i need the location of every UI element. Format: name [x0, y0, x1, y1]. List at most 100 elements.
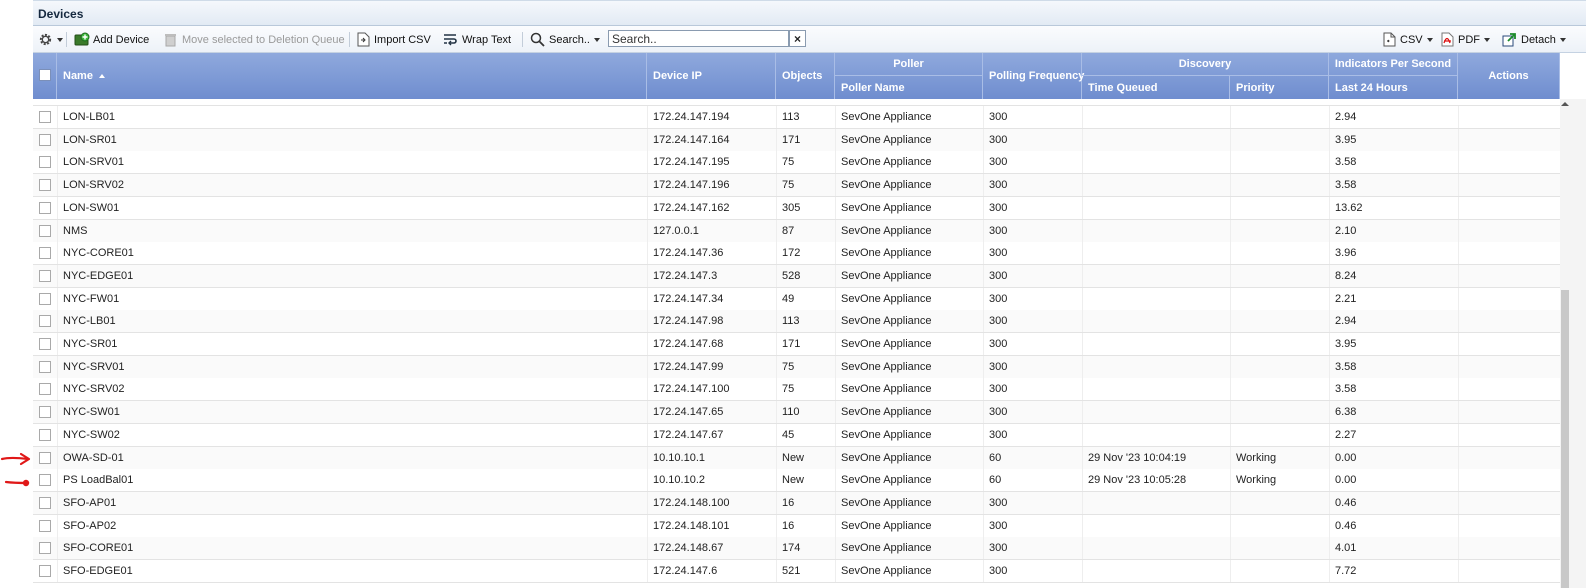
table-row-partial[interactable]: [33, 99, 1560, 106]
add-device-button[interactable]: Add Device: [74, 31, 149, 48]
column-divider: [1458, 469, 1459, 492]
column-divider: [1082, 537, 1083, 560]
column-header-priority[interactable]: Priority: [1230, 76, 1329, 99]
column-divider: [1329, 106, 1330, 128]
row-checkbox[interactable]: [39, 315, 51, 328]
table-row[interactable]: NYC-LB01 172.24.147.98 113 SevOne Appliance…: [33, 310, 1560, 334]
table-row[interactable]: SFO-EDGE01 172.24.147.6 521 SevOne Applianc…: [33, 560, 1560, 583]
row-checkbox[interactable]: [39, 201, 51, 214]
cell-name: LON-SR01: [63, 133, 117, 146]
table-row[interactable]: NMS 127.0.0.1 87 SevOne Appliance 300 2.10: [33, 219, 1560, 243]
cell-name: NYC-CORE01: [63, 247, 134, 260]
cell-objects: 16: [782, 519, 795, 532]
column-divider: [647, 469, 648, 492]
row-checkbox[interactable]: [39, 428, 51, 441]
column-header-time-queued[interactable]: Time Queued: [1082, 76, 1230, 99]
column-divider: [1329, 242, 1330, 265]
table-row[interactable]: LON-SRV01 172.24.147.195 75 SevOne Applianc…: [33, 151, 1560, 175]
column-header-polling-frequency[interactable]: Polling Frequency: [983, 53, 1084, 99]
cell-device-ip: 172.24.147.164: [653, 133, 730, 146]
row-checkbox[interactable]: [39, 292, 51, 305]
column-header-last-24-hours[interactable]: Last 24 Hours: [1329, 76, 1458, 99]
column-divider: [983, 106, 984, 128]
row-checkbox[interactable]: [39, 360, 51, 373]
table-row[interactable]: LON-LB01 172.24.147.194 113 SevOne Applianc…: [33, 106, 1560, 129]
column-divider: [835, 423, 836, 446]
table-row[interactable]: SFO-CORE01 172.24.148.67 174 SevOne Applian…: [33, 537, 1560, 561]
cell-poller-name: SevOne Appliance: [841, 542, 932, 555]
cell-objects: 75: [782, 156, 795, 169]
column-divider: [835, 491, 836, 514]
wrap-text-icon: [444, 34, 457, 46]
table-row[interactable]: NYC-SRV02 172.24.147.100 75 SevOne Applianc…: [33, 378, 1560, 402]
column-header-actions: Actions: [1458, 53, 1560, 99]
search-options-button[interactable]: Search..: [530, 31, 600, 48]
column-divider: [1230, 514, 1231, 537]
cell-time-queued: 29 Nov '23 10:04:19: [1088, 451, 1187, 464]
table-row[interactable]: SFO-AP01 172.24.148.100 16 SevOne Appliance…: [33, 491, 1560, 515]
column-divider: [647, 106, 648, 128]
cell-objects: 110: [782, 406, 800, 419]
table-row[interactable]: PS LoadBal01 10.10.10.2 New SevOne Applianc…: [33, 469, 1560, 493]
cell-objects: 305: [782, 201, 801, 214]
select-all-checkbox[interactable]: [39, 69, 51, 81]
column-divider: [1458, 128, 1459, 151]
column-header-name[interactable]: Name: [57, 53, 647, 99]
table-row[interactable]: OWA-SD-01 10.10.10.1 New SevOne Appliance 60…: [33, 446, 1560, 470]
row-checkbox[interactable]: [39, 496, 51, 509]
column-divider: [57, 446, 58, 469]
row-checkbox[interactable]: [39, 156, 51, 169]
column-divider: [647, 219, 648, 242]
row-checkbox[interactable]: [39, 247, 51, 260]
search-input[interactable]: [608, 30, 789, 47]
column-divider: [1082, 287, 1083, 310]
table-row[interactable]: SFO-AP02 172.24.148.101 16 SevOne Appliance…: [33, 514, 1560, 538]
row-checkbox[interactable]: [39, 224, 51, 237]
column-divider: [647, 174, 648, 197]
column-header-device-ip[interactable]: Device IP: [647, 53, 776, 99]
settings-menu-button[interactable]: [38, 31, 63, 48]
row-checkbox[interactable]: [39, 474, 51, 487]
detach-button[interactable]: Detach: [1502, 31, 1566, 48]
import-csv-button[interactable]: Import CSV: [357, 31, 431, 48]
row-checkbox[interactable]: [39, 451, 51, 464]
table-row[interactable]: LON-SR01 172.24.147.164 171 SevOne Applianc…: [33, 128, 1560, 152]
row-checkbox[interactable]: [39, 111, 51, 123]
column-divider: [1458, 355, 1459, 378]
column-header-poller-name[interactable]: Poller Name: [835, 76, 983, 99]
column-header-objects[interactable]: Objects: [776, 53, 835, 99]
row-checkbox[interactable]: [39, 383, 51, 396]
toolbar-separator: [349, 32, 350, 47]
column-divider: [1329, 514, 1330, 537]
table-row[interactable]: NYC-SR01 172.24.147.68 171 SevOne Appliance…: [33, 333, 1560, 356]
row-checkbox[interactable]: [39, 269, 51, 282]
column-divider: [647, 287, 648, 310]
row-checkbox[interactable]: [39, 133, 51, 146]
row-checkbox[interactable]: [39, 519, 51, 532]
export-csv-button[interactable]: CSV: [1383, 31, 1433, 48]
column-header-objects-label: Objects: [782, 70, 823, 82]
export-pdf-button[interactable]: PDF: [1441, 31, 1490, 48]
row-checkbox[interactable]: [39, 565, 51, 577]
table-row[interactable]: NYC-SW01 172.24.147.65 110 SevOne Appliance…: [33, 401, 1560, 425]
column-divider: [57, 401, 58, 424]
table-row[interactable]: NYC-EDGE01 172.24.147.3 528 SevOne Applianc…: [33, 264, 1560, 288]
table-row[interactable]: NYC-SRV01 172.24.147.99 75 SevOne Appliance…: [33, 355, 1560, 379]
row-checkbox[interactable]: [39, 406, 51, 419]
table-row[interactable]: NYC-SW02 172.24.147.67 45 SevOne Appliance 3…: [33, 423, 1560, 447]
vertical-scrollbar-thumb[interactable]: [1561, 290, 1569, 588]
cell-name: LON-SRV01: [63, 156, 124, 169]
row-checkbox[interactable]: [39, 542, 51, 555]
row-checkbox[interactable]: [39, 179, 51, 192]
clear-search-button[interactable]: ×: [789, 30, 806, 47]
wrap-text-button[interactable]: Wrap Text: [443, 31, 511, 48]
table-row[interactable]: LON-SW01 172.24.147.162 305 SevOne Applianc…: [33, 196, 1560, 220]
cell-device-ip: 172.24.147.195: [653, 156, 730, 169]
move-to-deletion-queue-button[interactable]: Move selected to Deletion Queue: [163, 31, 345, 48]
scroll-up-arrow-icon[interactable]: [1560, 99, 1570, 109]
row-checkbox[interactable]: [39, 338, 51, 350]
table-row[interactable]: LON-SRV02 172.24.147.196 75 SevOne Applianc…: [33, 174, 1560, 198]
table-row[interactable]: NYC-CORE01 172.24.147.36 172 SevOne Applian…: [33, 242, 1560, 266]
cell-polling-frequency: 300: [989, 519, 1008, 532]
table-row[interactable]: NYC-FW01 172.24.147.34 49 SevOne Appliance 3…: [33, 287, 1560, 311]
